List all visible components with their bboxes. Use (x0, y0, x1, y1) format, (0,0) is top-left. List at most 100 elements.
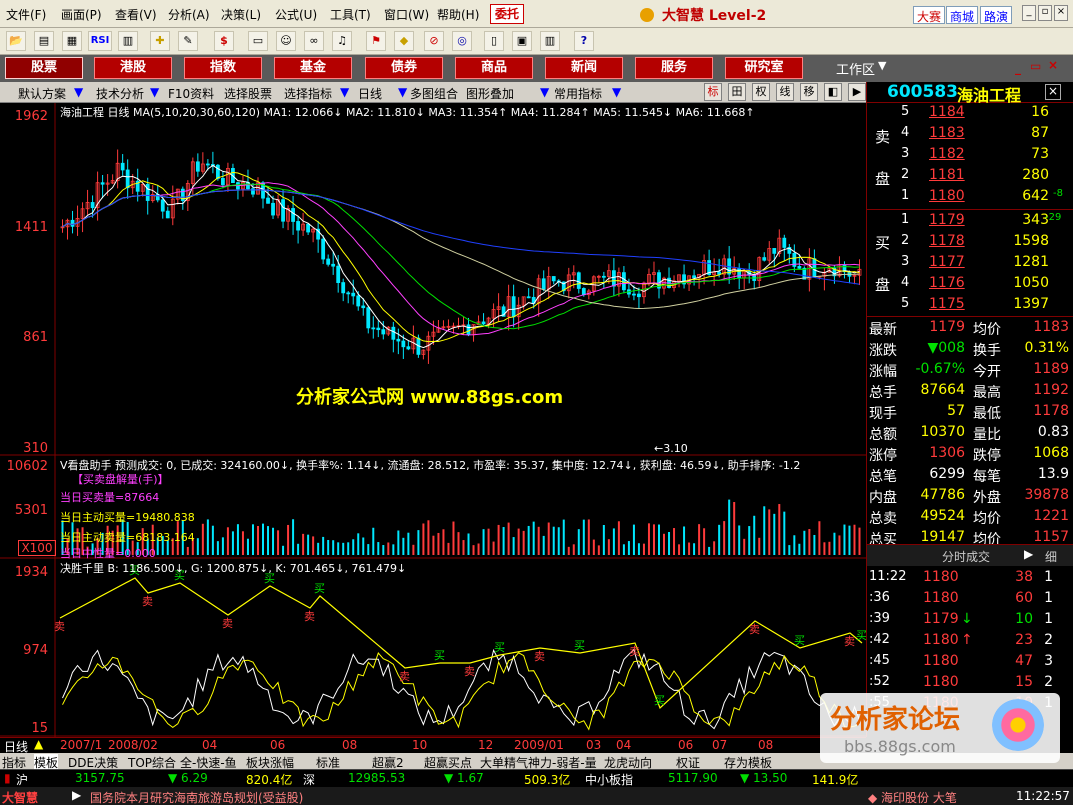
tick-row[interactable]: :42 1180 ↑ 23 2 (867, 631, 1073, 652)
move-button[interactable]: 移 (800, 83, 818, 101)
panel-restore-icon[interactable]: ▭ (1030, 59, 1041, 73)
move-icon[interactable]: ✚ (150, 31, 170, 51)
tick-row[interactable]: :36 1180 60 1 (867, 589, 1073, 610)
ticks-title[interactable]: 分时成交 (942, 548, 990, 565)
buy-level-row[interactable]: 5 1175 1397 (867, 295, 1073, 316)
diamond-icon[interactable]: ◆ (394, 31, 414, 51)
tick-row[interactable]: :39 1179 ↓ 10 1 (867, 610, 1073, 631)
tab-hk-stocks[interactable]: 港股 (94, 57, 172, 79)
rsi-icon[interactable]: RSI (88, 31, 112, 51)
buy-level-row[interactable]: 1 1179 343 -29 (867, 211, 1073, 232)
person-icon[interactable]: ☺ (276, 31, 296, 51)
calculator-icon[interactable]: ▣ (512, 31, 532, 51)
tab-index[interactable]: 指数 (184, 57, 262, 79)
tab-bonds[interactable]: 债券 (365, 57, 443, 79)
f10-menu[interactable]: F10资料 (168, 85, 214, 102)
restore-icon[interactable]: ▫ (1038, 5, 1052, 21)
layout-button[interactable]: 田 (728, 83, 746, 101)
sz-name[interactable]: 深 (303, 771, 315, 788)
candle-body (271, 202, 275, 216)
contest-button[interactable]: 大赛 (913, 6, 946, 24)
dollar-icon[interactable]: $ (214, 31, 234, 51)
menu-tools[interactable]: 工具(T) (330, 6, 371, 23)
sign-icon[interactable]: ⊘ (424, 31, 444, 51)
tech-analysis-menu[interactable]: 技术分析 (96, 85, 144, 102)
menu-file[interactable]: 文件(F) (6, 6, 46, 23)
entrust-button[interactable]: 委托 (490, 4, 524, 24)
news-headline-2[interactable]: ◆ 海印股份 大笔 (868, 789, 957, 805)
sell-level-row[interactable]: 5 1184 16 (867, 103, 1073, 124)
ring-icon[interactable]: ◎ (452, 31, 472, 51)
workspace-dropdown-icon[interactable]: ▼ (878, 59, 886, 72)
money-icon[interactable]: ▭ (248, 31, 268, 51)
stat-row: 总卖 49524 均价 1221 (867, 507, 1073, 528)
sell-level-row[interactable]: 1 1180 642 -8 (867, 187, 1073, 208)
table-icon[interactable]: ▥ (118, 31, 138, 51)
close-icon[interactable]: × (1054, 5, 1068, 21)
default-scheme-menu[interactable]: 默认方案 (18, 85, 66, 102)
multi-chart-menu[interactable]: 多图组合 (410, 85, 458, 102)
ticks-detail-tab[interactable]: 细 (1045, 548, 1057, 565)
open-folder-icon[interactable]: 📂 (6, 31, 26, 51)
menu-formula[interactable]: 公式(U) (275, 6, 317, 23)
grid-icon[interactable]: ▦ (62, 31, 82, 51)
buy-level-row[interactable]: 4 1176 1050 (867, 274, 1073, 295)
overlay-menu[interactable]: 图形叠加 (466, 85, 514, 102)
select-indicator-menu[interactable]: 选择指标 (284, 85, 332, 102)
tab-research[interactable]: 研究室 (725, 57, 803, 79)
kline-chart-svg[interactable]: 卖买卖买卖买卖买卖买卖买卖买 卖买卖买卖买 (0, 103, 866, 737)
tab-services[interactable]: 服务 (635, 57, 713, 79)
books-icon[interactable]: ▥ (540, 31, 560, 51)
chart-area[interactable]: 卖买卖买卖买卖买卖买卖买卖买卖买卖买卖买 1962 1411 861 310 海… (0, 103, 866, 737)
sell-level-row[interactable]: 4 1183 87 (867, 124, 1073, 145)
tab-stocks[interactable]: 股票 (5, 57, 83, 79)
minimize-icon[interactable]: _ (1022, 5, 1036, 21)
alarm-icon[interactable]: ♫ (332, 31, 352, 51)
roadshow-button[interactable]: 路演 (980, 6, 1013, 24)
right-button[interactable]: 权 (752, 83, 770, 101)
help-pointer-icon[interactable]: ? (574, 31, 594, 51)
panel-minimize-icon[interactable]: _ (1015, 61, 1021, 75)
sh-name[interactable]: 沪 (16, 771, 28, 788)
buy-level-row[interactable]: 3 1177 1281 (867, 253, 1073, 274)
workspace-label[interactable]: 工作区 (836, 59, 875, 78)
signal-marker: 卖 (399, 670, 410, 683)
candle-body (291, 208, 295, 222)
document-icon[interactable]: ▯ (484, 31, 504, 51)
next-icon[interactable]: ▶ (848, 83, 866, 101)
select-stock-menu[interactable]: 选择股票 (224, 85, 272, 102)
panel-close-button[interactable]: × (1045, 84, 1061, 100)
tick-row[interactable]: 11:22 1180 38 1 (867, 568, 1073, 589)
tick-count: 1 (1044, 590, 1053, 606)
menu-decision[interactable]: 决策(L) (221, 6, 261, 23)
sell-level-row[interactable]: 2 1181 280 (867, 166, 1073, 187)
line-button[interactable]: 线 (776, 83, 794, 101)
common-indicator-menu[interactable]: 常用指标 (554, 85, 602, 102)
tab-funds[interactable]: 基金 (274, 57, 352, 79)
prev-icon[interactable]: ◧ (824, 83, 842, 101)
menu-help[interactable]: 帮助(H) (437, 6, 479, 23)
binoculars-icon[interactable]: ∞ (304, 31, 324, 51)
volume-unit-badge[interactable]: X100 (18, 540, 56, 556)
tab-news[interactable]: 新闻 (545, 57, 623, 79)
tick-row[interactable]: :52 1180 15 2 (867, 673, 1073, 694)
menu-analysis[interactable]: 分析(A) (168, 6, 210, 23)
news-headline[interactable]: 国务院本月研究海南旅游岛规划(受益股) (90, 789, 303, 805)
flag-icon[interactable]: ⚑ (366, 31, 386, 51)
ticks-nav-icon[interactable]: ▶ (1024, 547, 1033, 561)
chart-icon[interactable]: ▤ (34, 31, 54, 51)
ruler-icon[interactable]: ✎ (178, 31, 198, 51)
tick-row[interactable]: :45 1180 47 3 (867, 652, 1073, 673)
buy-level-row[interactable]: 2 1178 1598 (867, 232, 1073, 253)
sme-name[interactable]: 中小板指 (585, 771, 633, 788)
mark-button[interactable]: 标 (704, 83, 722, 101)
kdj-y-tick-3: 15 (31, 721, 48, 736)
mall-button[interactable]: 商城 (946, 6, 979, 24)
menu-window[interactable]: 窗口(W) (384, 6, 429, 23)
menu-view[interactable]: 查看(V) (115, 6, 157, 23)
tab-commodities[interactable]: 商品 (455, 57, 533, 79)
period-menu[interactable]: 日线 (358, 85, 382, 102)
panel-close-icon[interactable]: × (1048, 58, 1058, 72)
sell-level-row[interactable]: 3 1182 73 (867, 145, 1073, 166)
menu-screen[interactable]: 画面(P) (61, 6, 102, 23)
